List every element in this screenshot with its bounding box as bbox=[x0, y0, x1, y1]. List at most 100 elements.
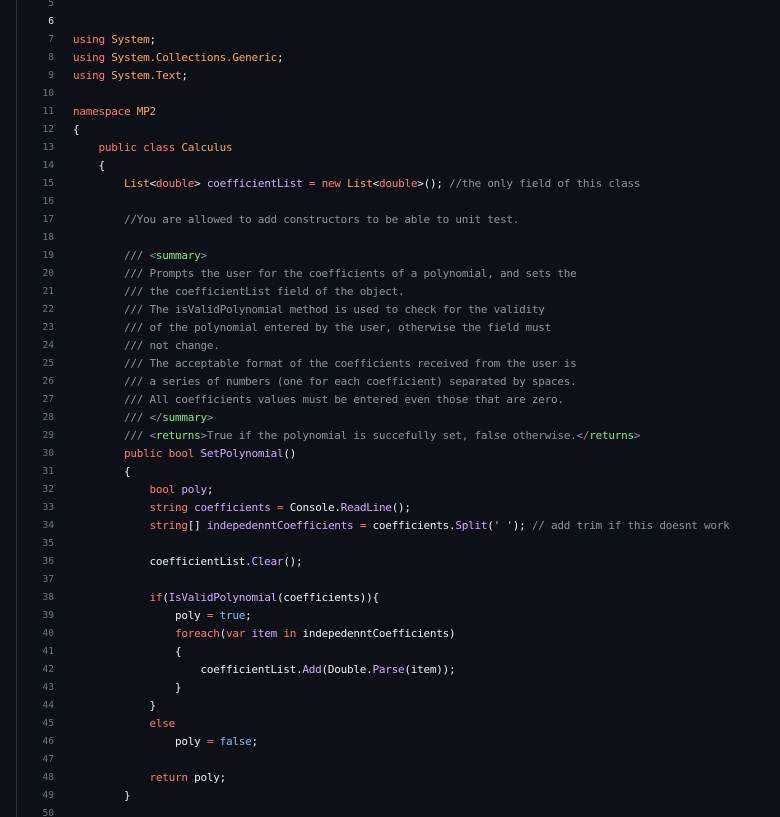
code-line[interactable]: 27 /// All coefficients values must be e… bbox=[17, 391, 780, 409]
code-line[interactable]: 17 //You are allowed to add constructors… bbox=[17, 211, 780, 229]
code-text[interactable]: return poly; bbox=[54, 769, 226, 787]
code-line[interactable]: 22 /// The isValidPolynomial method is u… bbox=[17, 301, 780, 319]
code-line[interactable]: 20 /// Prompts the user for the coeffici… bbox=[17, 265, 780, 283]
code-line[interactable]: 43 } bbox=[17, 679, 780, 697]
code-text[interactable]: /// of the polynomial entered by the use… bbox=[54, 319, 551, 337]
code-text[interactable]: /// All coefficients values must be ente… bbox=[54, 391, 564, 409]
code-token: ; bbox=[245, 609, 252, 622]
code-line[interactable]: 9 using System.Text; bbox=[17, 67, 780, 85]
code-line[interactable]: 45 else bbox=[17, 715, 780, 733]
code-line[interactable]: 40 foreach(var item in indepedenntCoeffi… bbox=[17, 625, 780, 643]
code-text[interactable]: public bool SetPolynomial() bbox=[54, 445, 296, 463]
code-text[interactable]: poly = false; bbox=[54, 733, 258, 751]
code-line[interactable]: 23 /// of the polynomial entered by the … bbox=[17, 319, 780, 337]
line-number: 50 bbox=[42, 808, 54, 817]
code-text[interactable]: { bbox=[54, 121, 80, 139]
code-token: IsValidPolynomial bbox=[168, 591, 278, 604]
code-text[interactable]: { bbox=[54, 157, 105, 175]
code-text[interactable]: foreach(var item in indepedenntCoefficie… bbox=[54, 625, 456, 643]
code-lines[interactable]: 5 6 7 using System; 8 using System.Collection… bbox=[17, 0, 780, 817]
code-line[interactable]: 15 List<double> coefficientList = new Li… bbox=[17, 175, 780, 193]
code-line[interactable]: 30 public bool SetPolynomial() bbox=[17, 445, 780, 463]
code-text[interactable]: /// not change. bbox=[54, 337, 220, 355]
code-line[interactable]: 48 return poly; bbox=[17, 769, 780, 787]
code-line[interactable]: 13 public class Calculus bbox=[17, 139, 780, 157]
code-text[interactable]: /// a series of numbers (one for each co… bbox=[54, 373, 577, 391]
code-line[interactable]: 16 bbox=[17, 193, 780, 211]
code-line[interactable]: 14 { bbox=[17, 157, 780, 175]
code-line[interactable]: 7 using System; bbox=[17, 31, 780, 49]
code-text[interactable]: coefficientList.Clear(); bbox=[54, 553, 302, 571]
code-line[interactable]: 35 bbox=[17, 535, 780, 553]
code-line[interactable]: 38 if(IsValidPolynomial(coefficients)){ bbox=[17, 589, 780, 607]
code-token: /// not change. bbox=[123, 339, 220, 352]
code-text[interactable]: if(IsValidPolynomial(coefficients)){ bbox=[54, 589, 379, 607]
code-text[interactable]: /// The acceptable format of the coeffic… bbox=[54, 355, 577, 373]
code-line[interactable]: 32 bool poly; bbox=[17, 481, 780, 499]
code-text[interactable]: bool poly; bbox=[54, 481, 213, 499]
code-line[interactable]: 44 } bbox=[17, 697, 780, 715]
code-text[interactable]: using System; bbox=[54, 31, 156, 49]
code-line[interactable]: 50 bbox=[17, 805, 780, 817]
code-text[interactable]: using System.Collections.Generic; bbox=[54, 49, 284, 67]
code-line[interactable]: 47 bbox=[17, 751, 780, 769]
code-line[interactable]: 18 bbox=[17, 229, 780, 247]
code-editor[interactable]: 5 6 7 using System; 8 using System.Collection… bbox=[0, 0, 780, 817]
code-line[interactable]: 33 string coefficients = Console.ReadLin… bbox=[17, 499, 780, 517]
code-text[interactable]: //You are allowed to add constructors to… bbox=[54, 211, 519, 229]
code-text[interactable]: string coefficients = Console.ReadLine()… bbox=[54, 499, 411, 517]
code-line[interactable]: 19 /// <summary> bbox=[17, 247, 780, 265]
code-line[interactable]: 26 /// a series of numbers (one for each… bbox=[17, 373, 780, 391]
code-line[interactable]: 12 { bbox=[17, 121, 780, 139]
line-number: 47 bbox=[42, 754, 54, 765]
code-text[interactable]: } bbox=[54, 787, 131, 805]
code-line[interactable]: 25 /// The acceptable format of the coef… bbox=[17, 355, 780, 373]
code-line[interactable]: 31 { bbox=[17, 463, 780, 481]
code-text[interactable]: /// the coefficientList field of the obj… bbox=[54, 283, 405, 301]
code-token: namespace bbox=[73, 105, 131, 118]
code-line[interactable]: 28 /// </summary> bbox=[17, 409, 780, 427]
code-line[interactable]: 37 bbox=[17, 571, 780, 589]
code-text[interactable]: /// Prompts the user for the coefficient… bbox=[54, 265, 577, 283]
code-text[interactable]: namespace MP2 bbox=[54, 103, 156, 121]
code-line[interactable]: 11 namespace MP2 bbox=[17, 103, 780, 121]
code-token: /// < bbox=[123, 249, 156, 262]
code-text[interactable]: string[] indepedenntCoefficients = coeff… bbox=[54, 517, 729, 535]
code-token: { bbox=[73, 159, 105, 172]
code-token: (coefficients)){ bbox=[276, 591, 379, 604]
code-line[interactable]: 36 coefficientList.Clear(); bbox=[17, 553, 780, 571]
code-text[interactable]: poly = true; bbox=[54, 607, 252, 625]
code-line[interactable]: 5 bbox=[17, 0, 780, 13]
code-text[interactable]: } bbox=[54, 697, 156, 715]
code-line[interactable]: 10 bbox=[17, 85, 780, 103]
code-line[interactable]: 41 { bbox=[17, 643, 780, 661]
code-line[interactable]: 39 poly = true; bbox=[17, 607, 780, 625]
code-text[interactable]: } bbox=[54, 679, 182, 697]
code-line[interactable]: 46 poly = false; bbox=[17, 733, 780, 751]
line-number: 14 bbox=[42, 160, 54, 171]
code-text[interactable]: /// <returns>True if the polynomial is s… bbox=[54, 427, 640, 445]
code-line[interactable]: 34 string[] indepedenntCoefficients = co… bbox=[17, 517, 780, 535]
code-text[interactable]: List<double> coefficientList = new List<… bbox=[54, 175, 641, 193]
code-text[interactable]: using System.Text; bbox=[54, 67, 188, 85]
code-line[interactable]: 24 /// not change. bbox=[17, 337, 780, 355]
code-line[interactable]: 49 } bbox=[17, 787, 780, 805]
code-line[interactable]: 6 bbox=[17, 13, 780, 31]
code-text[interactable]: coefficientList.Add(Double.Parse(item)); bbox=[54, 661, 455, 679]
code-token: System.Text bbox=[111, 69, 182, 82]
code-token: public bbox=[98, 141, 138, 154]
code-line[interactable]: 29 /// <returns>True if the polynomial i… bbox=[17, 427, 780, 445]
code-text[interactable]: /// </summary> bbox=[54, 409, 214, 427]
code-text[interactable]: /// <summary> bbox=[54, 247, 207, 265]
code-text[interactable]: /// The isValidPolynomial method is used… bbox=[54, 301, 545, 319]
line-number: 40 bbox=[42, 628, 54, 639]
code-text[interactable]: { bbox=[54, 463, 131, 481]
code-line[interactable]: 21 /// the coefficientList field of the … bbox=[17, 283, 780, 301]
code-text[interactable]: else bbox=[54, 715, 175, 733]
code-token: using bbox=[73, 69, 105, 82]
code-text[interactable]: public class Calculus bbox=[54, 139, 233, 157]
code-text[interactable]: { bbox=[54, 643, 182, 661]
code-line[interactable]: 8 using System.Collections.Generic; bbox=[17, 49, 780, 67]
code-line[interactable]: 42 coefficientList.Add(Double.Parse(item… bbox=[17, 661, 780, 679]
